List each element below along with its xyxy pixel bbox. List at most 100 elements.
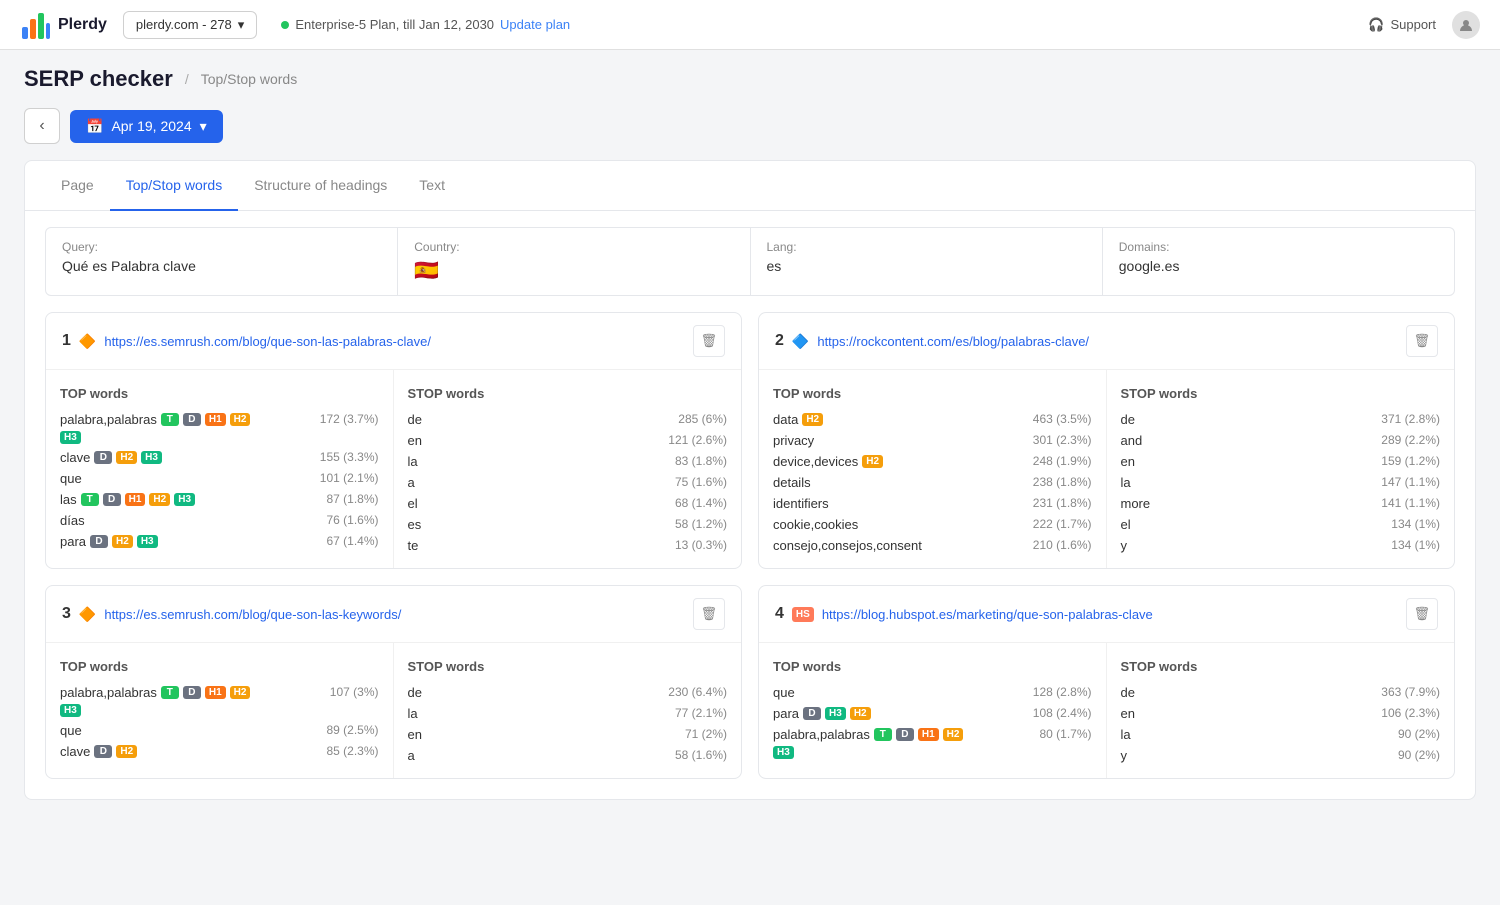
word-count: 87 (1.8%) bbox=[326, 492, 378, 506]
favicon-icon: 🔶 bbox=[79, 606, 96, 623]
stop-words-header: STOP words bbox=[394, 655, 742, 682]
stop-word-text: la bbox=[1121, 475, 1131, 490]
stop-word-row: te 13 (0.3%) bbox=[394, 535, 742, 556]
card-url[interactable]: https://es.semrush.com/blog/que-son-las-… bbox=[104, 334, 685, 349]
plan-status-dot bbox=[281, 21, 289, 29]
stop-word-row: more 141 (1.1%) bbox=[1107, 493, 1455, 514]
stop-words-list: de 285 (6%) en 121 (2.6%) la 83 (1.8%) a… bbox=[394, 409, 742, 556]
top-words-header: TOP words bbox=[46, 382, 393, 409]
word-text: palabra,palabras bbox=[773, 727, 870, 742]
word-count: 89 (2.5%) bbox=[326, 723, 378, 737]
word-left: para DH3H2 bbox=[773, 706, 871, 721]
top-word-row: para DH3H2 108 (2.4%) bbox=[759, 703, 1106, 724]
stop-word-row: en 159 (1.2%) bbox=[1107, 451, 1455, 472]
stop-words-header: STOP words bbox=[1107, 655, 1455, 682]
card-num: 4 bbox=[775, 605, 784, 623]
stop-word-text: te bbox=[408, 538, 419, 553]
date-label: Apr 19, 2024 bbox=[111, 118, 191, 134]
top-words-header: TOP words bbox=[759, 655, 1106, 682]
badge-d: D bbox=[183, 686, 201, 699]
word-left: details bbox=[773, 475, 811, 490]
tab-page[interactable]: Page bbox=[45, 161, 110, 211]
word-text: las bbox=[60, 492, 77, 507]
stop-word-row: la 83 (1.8%) bbox=[394, 451, 742, 472]
plan-info: Enterprise-5 Plan, till Jan 12, 2030 Upd… bbox=[281, 17, 570, 32]
stop-word-row: de 285 (6%) bbox=[394, 409, 742, 430]
top-word-row: que 89 (2.5%) bbox=[46, 720, 393, 741]
card-url[interactable]: https://es.semrush.com/blog/que-son-las-… bbox=[104, 607, 685, 622]
card-header-3: 3 🔶 https://es.semrush.com/blog/que-son-… bbox=[46, 586, 741, 643]
result-card-4: 4 HS https://blog.hubspot.es/marketing/q… bbox=[758, 585, 1455, 779]
user-icon[interactable] bbox=[1452, 11, 1480, 39]
card-header-4: 4 HS https://blog.hubspot.es/marketing/q… bbox=[759, 586, 1454, 643]
word-text: palabra,palabras bbox=[60, 412, 157, 427]
card-url[interactable]: https://rockcontent.com/es/blog/palabras… bbox=[817, 334, 1398, 349]
badge-h2: H2 bbox=[802, 413, 823, 426]
tab-text[interactable]: Text bbox=[403, 161, 461, 211]
badge-h1: H1 bbox=[205, 413, 226, 426]
badge-h2: H2 bbox=[116, 745, 137, 758]
query-cell: Query: Qué es Palabra clave bbox=[46, 228, 398, 295]
badge-h1: H1 bbox=[918, 728, 939, 741]
top-word-row: las TDH1H2H3 87 (1.8%) bbox=[46, 489, 393, 510]
stop-word-text: de bbox=[1121, 685, 1135, 700]
word-left: las TDH1H2H3 bbox=[60, 492, 195, 507]
stop-words-header: STOP words bbox=[394, 382, 742, 409]
delete-button[interactable]: 🗑 bbox=[693, 325, 725, 357]
word-text: que bbox=[773, 685, 795, 700]
word-count: 67 (1.4%) bbox=[326, 534, 378, 548]
card-url[interactable]: https://blog.hubspot.es/marketing/que-so… bbox=[822, 607, 1398, 622]
toolbar: ‹ 📅 Apr 19, 2024 ▾ bbox=[0, 100, 1500, 160]
stop-word-row: en 106 (2.3%) bbox=[1107, 703, 1455, 724]
word-count: 248 (1.9%) bbox=[1033, 454, 1092, 468]
top-words-list: data H2 463 (3.5%) privacy 301 (2.3%) de… bbox=[759, 409, 1106, 556]
favicon-icon: 🔷 bbox=[792, 333, 809, 350]
card-header-1: 1 🔶 https://es.semrush.com/blog/que-son-… bbox=[46, 313, 741, 370]
stop-word-row: la 77 (2.1%) bbox=[394, 703, 742, 724]
badge-t: T bbox=[81, 493, 99, 506]
word-text: device,devices bbox=[773, 454, 858, 469]
badge-h2: H2 bbox=[862, 455, 883, 468]
tab-headings[interactable]: Structure of headings bbox=[238, 161, 403, 211]
word-left: palabra,palabras TDH1H2 H3 bbox=[60, 412, 251, 444]
stop-word-count: 58 (1.2%) bbox=[675, 517, 727, 531]
badge-t: T bbox=[874, 728, 892, 741]
badge-d: D bbox=[94, 745, 112, 758]
badge-h2: H2 bbox=[116, 451, 137, 464]
country-value: 🇪🇸 bbox=[414, 258, 733, 283]
stop-word-row: and 289 (2.2%) bbox=[1107, 430, 1455, 451]
badge-h3: H3 bbox=[825, 707, 846, 720]
top-word-row: palabra,palabras TDH1H2 H3 172 (3.7%) bbox=[46, 409, 393, 447]
stop-words-list: de 363 (7.9%) en 106 (2.3%) la 90 (2%) y… bbox=[1107, 682, 1455, 766]
site-selector[interactable]: plerdy.com - 278 ▾ bbox=[123, 11, 257, 39]
badge-h3: H3 bbox=[60, 431, 81, 444]
delete-button[interactable]: 🗑 bbox=[1406, 325, 1438, 357]
delete-button[interactable]: 🗑 bbox=[1406, 598, 1438, 630]
back-button[interactable]: ‹ bbox=[24, 108, 60, 144]
word-left: consejo,consejos,consent bbox=[773, 538, 922, 553]
logo-text: Plerdy bbox=[58, 16, 107, 34]
stop-word-text: en bbox=[1121, 454, 1135, 469]
badge-h2: H2 bbox=[149, 493, 170, 506]
support-button[interactable]: 🎧 Support bbox=[1368, 17, 1436, 33]
badge-h3: H3 bbox=[60, 704, 81, 717]
stop-word-count: 147 (1.1%) bbox=[1381, 475, 1440, 489]
stop-word-count: 285 (6%) bbox=[678, 412, 727, 426]
update-plan-link[interactable]: Update plan bbox=[500, 17, 570, 32]
word-left: device,devices H2 bbox=[773, 454, 883, 469]
chevron-down-icon: ▾ bbox=[238, 17, 245, 33]
plan-text: Enterprise-5 Plan, till Jan 12, 2030 bbox=[295, 17, 494, 32]
badge-d: D bbox=[803, 707, 821, 720]
stop-word-count: 77 (2.1%) bbox=[675, 706, 727, 720]
stop-word-text: en bbox=[408, 727, 422, 742]
badge-t: T bbox=[161, 413, 179, 426]
tab-topstop[interactable]: Top/Stop words bbox=[110, 161, 239, 211]
stop-word-text: de bbox=[408, 412, 422, 427]
top-words-col: TOP words data H2 463 (3.5%) privacy 301… bbox=[759, 370, 1107, 568]
delete-button[interactable]: 🗑 bbox=[693, 598, 725, 630]
date-picker-button[interactable]: 📅 Apr 19, 2024 ▾ bbox=[70, 110, 223, 143]
query-bar: Query: Qué es Palabra clave Country: 🇪🇸 … bbox=[45, 227, 1455, 296]
word-text: que bbox=[60, 471, 82, 486]
word-text: palabra,palabras bbox=[60, 685, 157, 700]
stop-words-col: STOP words de 371 (2.8%) and 289 (2.2%) … bbox=[1107, 370, 1455, 568]
